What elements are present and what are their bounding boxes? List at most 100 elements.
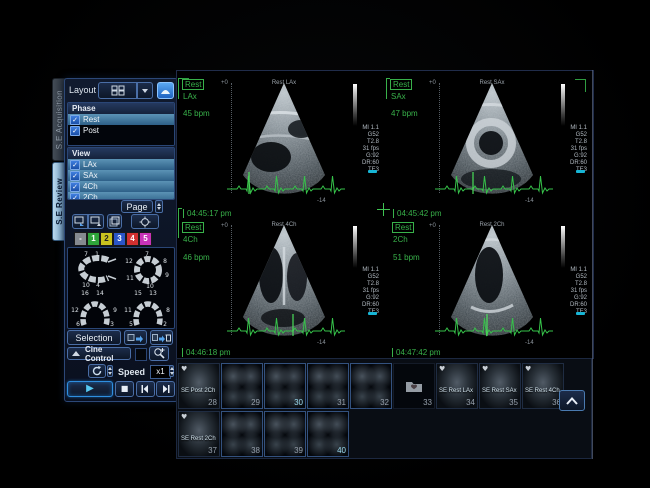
view-item-2ch[interactable]: ✓ 2Ch: [68, 192, 174, 200]
thumbnail-number: 31: [337, 398, 346, 407]
thumbnail-label: SE Rest LAx: [439, 388, 473, 394]
view-item-lax[interactable]: ✓ LAx: [68, 159, 174, 170]
clip-end-time: 04:46:18 pm: [182, 348, 230, 357]
score-button-none[interactable]: -: [74, 232, 87, 246]
thumbnail-35[interactable]: ♥ SE Rest SAx 35: [479, 363, 521, 409]
image-param-text: 31 fps: [333, 288, 379, 295]
thumbnail-number: 38: [251, 446, 260, 455]
phase-item-post[interactable]: ✓ Post: [68, 125, 174, 136]
layout-dropdown[interactable]: [98, 82, 137, 99]
folder-icon: [405, 379, 423, 393]
thumbnail-33-folder[interactable]: 33: [393, 363, 435, 409]
export-image-alt-button[interactable]: [88, 214, 104, 229]
depth-top-label: +0: [221, 80, 228, 86]
view-2ch-label: 2Ch: [83, 193, 98, 200]
score-button-4[interactable]: 4: [126, 232, 139, 246]
checkbox-checked-icon[interactable]: ✓: [70, 126, 80, 136]
image-param-text: DR:60: [541, 160, 587, 167]
view-annotation: 2Ch: [393, 235, 408, 244]
score-button-5[interactable]: 5: [139, 232, 152, 246]
thumbnail-40[interactable]: 40: [307, 411, 349, 457]
view-annotation: 4Ch: [183, 235, 198, 244]
filmstrip-collapse-button[interactable]: [559, 390, 585, 411]
pages-button[interactable]: [107, 214, 122, 229]
selection-button[interactable]: Selection: [67, 330, 121, 345]
segment-diagram-sax[interactable]: 7 8 9 10 11 12: [123, 250, 173, 288]
heart-icon: ♥: [181, 413, 187, 421]
phase-item-rest[interactable]: ✓ Rest: [68, 114, 174, 125]
svg-text:8: 8: [166, 307, 170, 314]
phase-empty-row: [68, 136, 174, 146]
image-param-text: G:92: [333, 295, 379, 302]
cine-control-bar[interactable]: Cine Control: [67, 347, 131, 360]
loop-spinner[interactable]: [107, 365, 113, 377]
export-image-button[interactable]: [72, 214, 88, 229]
heart-rate-annotation: 47 bpm: [391, 109, 418, 118]
segment-diagram-lax[interactable]: 7 1 10 4: [70, 250, 120, 288]
viewport-rest-2ch[interactable]: 04:45:42 pm Rest 2Ch 51 bpm Rest 2Ch +0: [385, 215, 593, 358]
view-lax-label: LAx: [83, 160, 97, 169]
svg-text:6: 6: [76, 321, 80, 327]
loop-button[interactable]: [88, 364, 106, 378]
image-viewer: Rest LAx 45 bpm Rest LAx +0: [176, 70, 594, 359]
segment-diagram-2ch[interactable]: 15 13 11 8 5 2: [123, 289, 173, 327]
image-param-text: G52: [333, 132, 379, 139]
depth-top-label: +0: [221, 223, 228, 229]
thumbnail-37[interactable]: ♥ SE Rest 2Ch 37: [178, 411, 220, 457]
checkbox-checked-icon[interactable]: ✓: [70, 115, 80, 125]
svg-text:5: 5: [129, 321, 133, 327]
view-item-sax[interactable]: ✓ SAx: [68, 170, 174, 181]
speed-spinner[interactable]: [169, 365, 174, 377]
play-button[interactable]: ▶: [67, 381, 113, 397]
thumbnail-29[interactable]: 29: [221, 363, 263, 409]
target-button[interactable]: [131, 214, 159, 229]
thumbnail-28[interactable]: ♥ SE Post 2Ch 28: [178, 363, 220, 409]
speed-label: Speed: [118, 367, 145, 377]
score-button-3[interactable]: 3: [113, 232, 126, 246]
svg-text:12: 12: [125, 258, 133, 265]
view-item-4ch[interactable]: ✓ 4Ch: [68, 181, 174, 192]
grayscale-bar: [561, 226, 565, 268]
svg-text:13: 13: [149, 290, 157, 297]
thumbnail-39[interactable]: 39: [264, 411, 306, 457]
thumbnail-38[interactable]: 38: [221, 411, 263, 457]
viewport-rest-sax[interactable]: Rest SAx 47 bpm Rest SAx +0: [385, 71, 593, 214]
layout-display-button[interactable]: [157, 82, 174, 99]
step-forward-button[interactable]: [156, 381, 175, 397]
viewport-rest-lax[interactable]: Rest LAx 45 bpm Rest LAx +0: [177, 71, 385, 214]
thumbnail-label: SE Rest 2Ch: [181, 436, 216, 442]
image-param-text: DR:60: [333, 160, 379, 167]
spinner-down-icon: [108, 372, 112, 375]
checkbox-checked-icon[interactable]: ✓: [70, 160, 80, 170]
zoom-button[interactable]: [149, 346, 169, 361]
chevron-down-icon: [142, 89, 148, 93]
thumbnail-strip: ♥ SE Post 2Ch 28 29 30 31 32 33 ♥ SE Res…: [176, 358, 592, 459]
score-button-2[interactable]: 2: [100, 232, 113, 246]
segment-diagram-4ch[interactable]: 16 14 12 9 6 3: [70, 289, 120, 327]
thumbnail-30[interactable]: 30: [264, 363, 306, 409]
depth-top-label: +0: [429, 223, 436, 229]
stop-button[interactable]: ■: [115, 381, 134, 397]
thumbnail-32[interactable]: 32: [350, 363, 392, 409]
page-spinner[interactable]: [155, 200, 163, 213]
phase-rest-label: Rest: [83, 115, 99, 124]
score-button-1[interactable]: 1: [87, 232, 100, 246]
viewport-rest-4ch[interactable]: 04:45:17 pm Rest 4Ch 46 bpm Rest 4Ch +0: [177, 215, 385, 358]
send-delete-button[interactable]: [150, 330, 173, 345]
image-param-text: DR:60: [541, 302, 587, 309]
view-header: View: [68, 148, 174, 159]
checkbox-checked-icon[interactable]: ✓: [70, 171, 80, 181]
thumbnail-36[interactable]: ♥ SE Rest 4Ch 36: [522, 363, 564, 409]
page-button[interactable]: Page: [121, 200, 153, 213]
send-to-review-button[interactable]: [124, 330, 147, 345]
image-icon: [160, 86, 171, 95]
svg-text:15: 15: [134, 290, 142, 297]
speed-value[interactable]: x1: [150, 365, 171, 379]
checkbox-checked-icon[interactable]: ✓: [70, 193, 80, 201]
thumbnail-34[interactable]: ♥ SE Rest LAx 34: [436, 363, 478, 409]
checkbox-checked-icon[interactable]: ✓: [70, 182, 80, 192]
layout-dropdown-chevron[interactable]: [137, 82, 153, 99]
thumbnail-31[interactable]: 31: [307, 363, 349, 409]
step-back-button[interactable]: [136, 381, 155, 397]
heart-rate-annotation: 51 bpm: [393, 253, 420, 262]
